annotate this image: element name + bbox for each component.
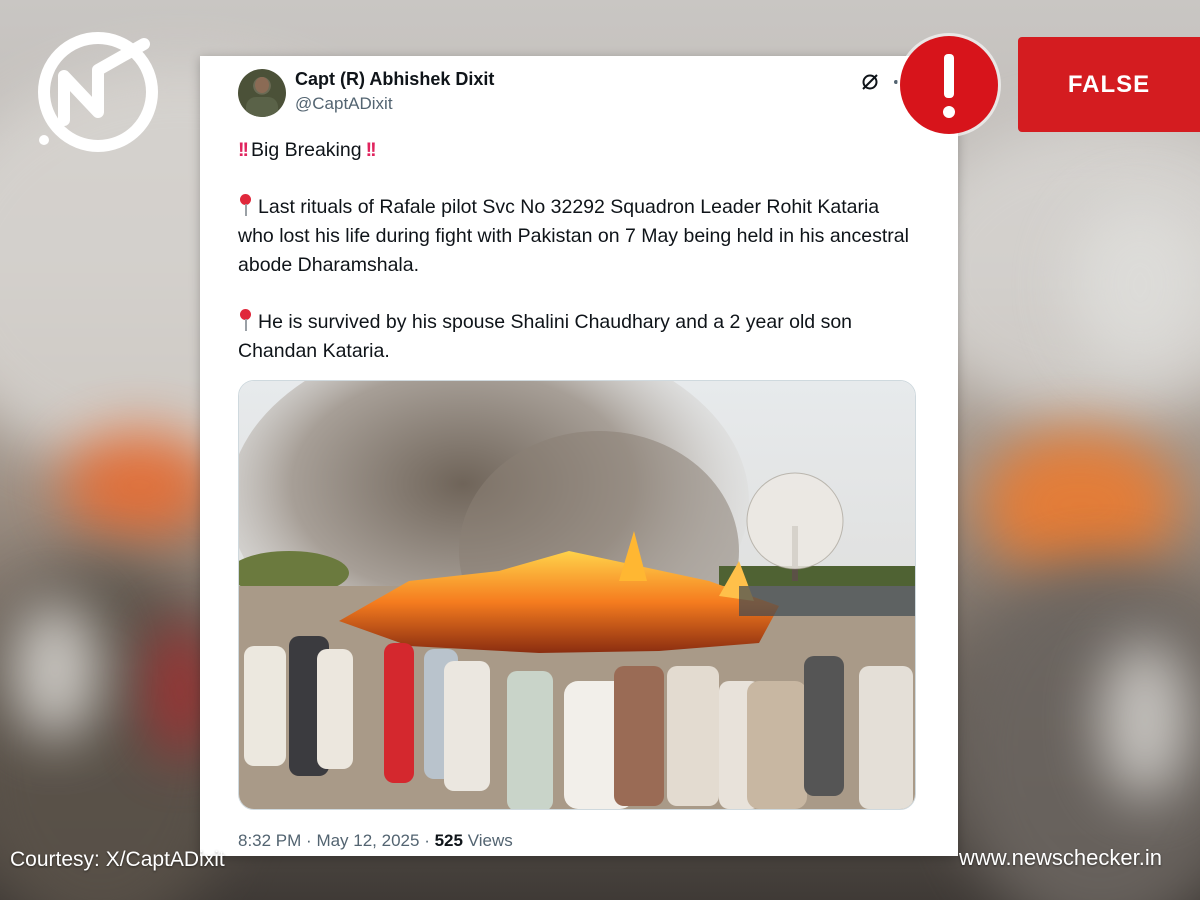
views-label: Views [467,831,513,850]
tweet-card: Capt (R) Abhishek Dixit @CaptADixit !! Bi… [200,56,958,856]
verdict-badge: FALSE [1018,37,1200,132]
tweet-text: !! Big Breaking!! Last rituals of Rafale … [238,136,918,394]
exclamation-icon [900,36,998,134]
avatar[interactable] [238,69,286,117]
tweet-paragraph-1: Last rituals of Rafale pilot Svc No 3229… [238,193,918,280]
double-exclamation-icon: !! [238,139,249,161]
more-options-icon[interactable] [894,80,898,84]
author-name[interactable]: Capt (R) Abhishek Dixit [295,69,494,90]
grok-icon[interactable] [860,72,880,92]
tweet-paragraph-1-text: Last rituals of Rafale pilot Svc No 3229… [238,196,909,276]
double-exclamation-icon: !! [365,139,377,161]
tweet-meta: 8:32 PM · May 12, 2025 · 525 Views [238,831,513,850]
tweet-photo[interactable] [238,380,916,810]
tweet-paragraph-2-text: He is survived by his spouse Shalini Cha… [238,311,853,362]
tweet-headline-line: !! Big Breaking!! [238,136,918,165]
tweet-date[interactable]: May 12, 2025 [316,831,419,850]
author-handle[interactable]: @CaptADixit [295,94,393,114]
views-count: 525 [434,831,463,850]
tweet-headline: Big Breaking [251,139,362,161]
website-url: www.newschecker.in [959,845,1162,870]
round-pushpin-icon [238,309,252,331]
courtesy-credit: Courtesy: X/CaptADixit [10,848,225,871]
round-pushpin-icon [238,194,252,216]
tweet-time[interactable]: 8:32 PM [238,831,301,850]
tweet-paragraph-2: He is survived by his spouse Shalini Cha… [238,308,918,366]
newschecker-logo [38,32,158,152]
